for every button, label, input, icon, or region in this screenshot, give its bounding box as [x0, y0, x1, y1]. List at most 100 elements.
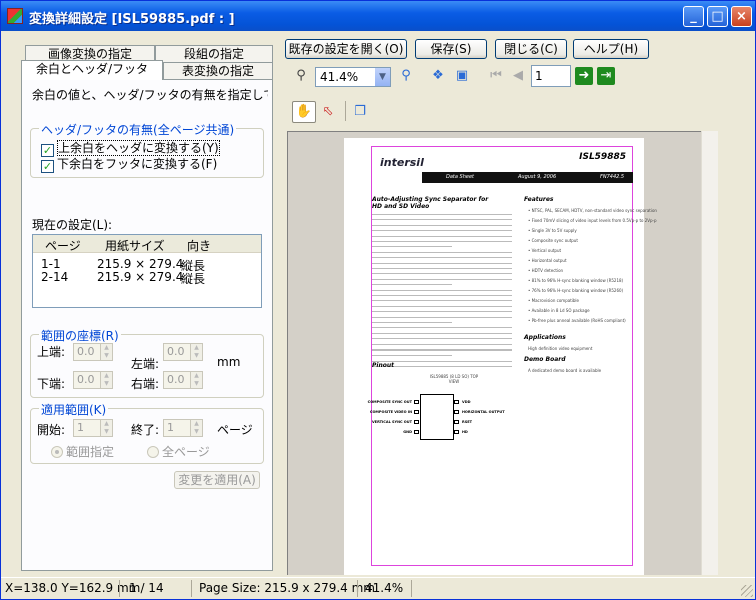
pdf-bar-mid: August 9, 2006 — [518, 174, 557, 180]
row1-size: 215.9 × 279.4 — [97, 257, 184, 271]
range-coords-title: 範囲の座標(R) — [39, 327, 121, 344]
minimize-button[interactable]: _ — [683, 6, 704, 27]
pdf-demo-heading: Demo Board — [524, 356, 566, 363]
select-tool-icon[interactable]: ⬁ — [319, 103, 337, 121]
start-label: 開始: — [37, 423, 66, 437]
pdf-text-line — [372, 241, 512, 242]
col-page[interactable]: ページ — [45, 237, 81, 254]
all-pages-radio-row[interactable]: 全ページ — [147, 443, 210, 460]
end-spinner[interactable]: 1 ▲ ▼ — [163, 419, 203, 437]
page-number-input[interactable]: 1 — [531, 65, 571, 87]
left-label: 左端: — [131, 357, 160, 371]
open-settings-button[interactable]: 既存の設定を開く(O) — [285, 39, 407, 59]
pdf-logo: intersil — [380, 156, 424, 169]
chip-pin-right — [454, 430, 459, 434]
pdf-text-line — [372, 262, 512, 264]
zoom-select[interactable]: 41.4% ▼ — [315, 67, 391, 87]
tab-columns[interactable]: 段組の指定 — [155, 45, 273, 63]
status-zoom: 41.4% — [365, 581, 404, 595]
pdf-text-line — [372, 332, 512, 334]
tab-margins-header-footer[interactable]: 余白とヘッダ/フッタ — [21, 60, 163, 80]
pdf-feature-item: • Single 3V to 5V supply — [528, 228, 577, 233]
maximize-button[interactable]: □ — [707, 6, 728, 27]
pdf-feature-item: • 81% to 96% H-sync blanking window (R52… — [528, 278, 624, 283]
chip-pin-right — [454, 400, 459, 404]
chip-pin-label: VDD — [462, 400, 471, 404]
chip-pin-label: COMPOSITE SYNC OUT — [367, 400, 412, 404]
pdf-text-line — [372, 338, 512, 340]
settings-list[interactable]: ページ 用紙サイズ 向き 1-1 215.9 × 279.4 縦長 2-14 2… — [32, 234, 262, 308]
copy-page-icon[interactable]: ❐ — [351, 103, 369, 121]
chip-pin-label: RSET — [462, 420, 472, 424]
pdf-feature-item: • Composite sync output — [528, 238, 578, 243]
chip-pin-left — [414, 400, 419, 404]
pdf-text-line — [372, 224, 512, 226]
all-pages-radio-label: 全ページ — [162, 445, 210, 459]
close-button[interactable]: × — [731, 6, 752, 27]
pdf-text-line — [372, 343, 512, 345]
chip-pin-left — [414, 410, 419, 414]
status-coords: X=138.0 Y=162.9 mm — [5, 581, 141, 595]
pdf-feature-item: • Horizontal output — [528, 258, 567, 263]
tab-panel: 余白の値と、ヘッダ/フッタの有無を指定してください。 ヘッダ/フッタの有無(全ペ… — [21, 79, 273, 571]
zoom-in-icon[interactable]: ⚲ — [397, 67, 415, 85]
col-orientation[interactable]: 向き — [187, 237, 211, 254]
right-spinner[interactable]: 0.0 ▲ ▼ — [163, 371, 203, 389]
chip-pin-left — [414, 430, 419, 434]
pdf-pinout-heading: Pinout — [372, 362, 394, 369]
first-page-icon[interactable]: ⏮ — [487, 67, 505, 85]
pdf-text-line — [372, 327, 512, 329]
left-spinner[interactable]: 0.0 ▲ ▼ — [163, 343, 203, 361]
pdf-text-line — [372, 246, 452, 248]
toolbar-separator — [345, 101, 346, 121]
next-page-icon[interactable]: ➜ — [575, 67, 593, 85]
chip-pin-left — [414, 420, 419, 424]
hand-tool-button[interactable]: ✋ — [292, 101, 316, 123]
save-button[interactable]: 保存(S) — [415, 39, 487, 59]
pdf-text-line — [372, 311, 512, 313]
status-separator — [119, 580, 120, 597]
range-radio[interactable] — [51, 446, 63, 458]
top-label: 上端: — [37, 345, 66, 359]
pdf-feature-item: • HDTV detection — [528, 268, 564, 273]
all-pages-radio[interactable] — [147, 446, 159, 458]
fit-width-icon[interactable]: ▣ — [453, 67, 471, 85]
status-separator — [191, 580, 192, 597]
range-coords-group: 範囲の座標(R) 上端: 0.0 ▲ ▼ 左端: 0.0 ▲ ▼ mm 下端: 0.0 ▲… — [30, 327, 264, 398]
bottom-label: 下端: — [37, 377, 66, 391]
pdf-text-line — [372, 273, 512, 275]
bottom-spinner[interactable]: 0.0 ▲ ▼ — [73, 371, 113, 389]
footer-checkbox-label: 下余白をフッタに変換する(F) — [57, 157, 218, 171]
top-spinner[interactable]: 0.0 ▲ ▼ — [73, 343, 113, 361]
pdf-text-line — [372, 350, 512, 351]
pdf-text-line — [372, 316, 512, 318]
pdf-main-heading: Auto-Adjusting Sync Separator for HD and… — [372, 196, 489, 210]
range-radio-row[interactable]: 範囲指定 — [51, 443, 114, 460]
chevron-down-icon[interactable]: ▼ — [374, 68, 390, 86]
help-button[interactable]: ヘルプ(H) — [573, 39, 649, 59]
chip-pin-right — [454, 420, 459, 424]
chip-pin-label: COMPOSITE VIDEO IN — [369, 410, 412, 414]
pdf-feature-item: • Pb-free plus anneal available (RoHS co… — [528, 318, 626, 323]
footer-checkbox[interactable]: ✓ — [41, 160, 54, 173]
fit-page-icon[interactable]: ❖ — [429, 67, 447, 85]
apply-range-group: 適用範囲(K) 開始: 1 ▲ ▼ 終了: 1 ▲ ▼ ページ 範囲指定 全ページ — [30, 401, 264, 464]
tab-table-conversion[interactable]: 表変換の指定 — [163, 62, 273, 80]
start-spinner[interactable]: 1 ▲ ▼ — [73, 419, 113, 437]
pdf-text-line — [372, 300, 512, 302]
pdf-text-line — [372, 305, 512, 307]
vertical-scrollbar[interactable] — [701, 131, 718, 575]
last-page-icon[interactable]: ⇥ — [597, 67, 615, 85]
pdf-text-line — [372, 251, 512, 253]
title-bar[interactable]: 変換詳細設定 [ISL59885.pdf : ] _ □ × — [1, 1, 755, 31]
pdf-text-line — [372, 214, 512, 215]
prev-page-icon[interactable]: ◀ — [509, 67, 527, 85]
pdf-viewer[interactable]: intersil ISL59885 Data Sheet August 9, 2… — [287, 131, 701, 575]
resize-grip[interactable] — [741, 585, 753, 597]
close-dialog-button[interactable]: 閉じる(C) — [495, 39, 567, 59]
footer-checkbox-row[interactable]: ✓ 下余白をフッタに変換する(F) — [41, 155, 217, 173]
col-paper-size[interactable]: 用紙サイズ — [105, 237, 165, 254]
status-page: 1 / 14 — [129, 581, 164, 595]
apply-changes-button[interactable]: 変更を適用(A) — [174, 471, 260, 489]
pdf-text-line — [372, 289, 512, 291]
